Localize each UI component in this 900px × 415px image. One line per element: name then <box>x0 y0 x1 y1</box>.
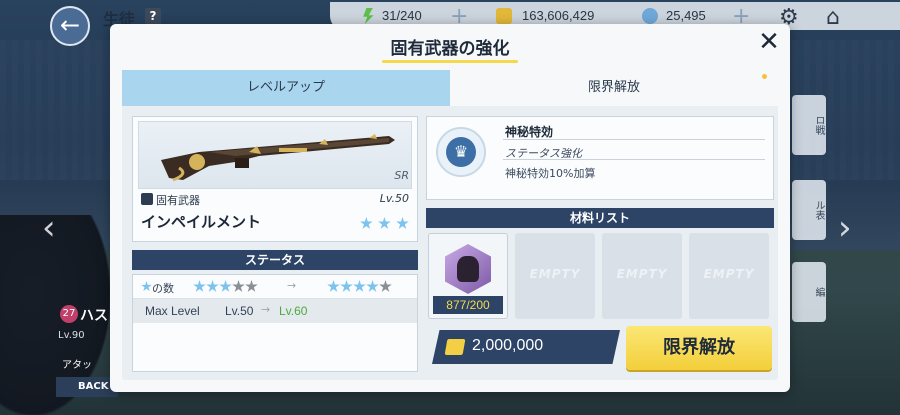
cost-display: 2,000,000 <box>432 330 620 364</box>
star-empty-icon <box>245 280 258 292</box>
star-from <box>193 280 258 296</box>
weapon-stars <box>360 215 409 234</box>
side-button[interactable]: ロ戦 <box>792 95 826 155</box>
max-level-from: Lv.50 <box>225 304 254 318</box>
star-empty-icon <box>379 280 392 292</box>
material-slot-empty: EMPTY <box>515 233 595 319</box>
material-slot[interactable]: 877/200 <box>428 233 508 319</box>
materials-header: 材料リスト <box>426 208 774 228</box>
prev-arrow-icon[interactable]: ‹ <box>42 208 56 248</box>
material-count: 877/200 <box>433 296 503 314</box>
star-icon <box>366 280 379 292</box>
limit-break-button[interactable]: 限界解放 <box>626 326 772 370</box>
status-header: ステータス <box>132 250 418 270</box>
ap-value: 31/240 <box>382 8 422 23</box>
star-to <box>327 280 392 296</box>
weapon-type-icon <box>141 193 153 205</box>
star-icon <box>378 217 391 229</box>
star-icon <box>360 217 373 229</box>
credits-value: 163,606,429 <box>522 8 595 23</box>
mystic-effect-icon: ♛ <box>446 137 476 167</box>
star-icon <box>219 280 232 292</box>
credit-icon <box>496 8 512 24</box>
max-level-to: Lv.60 <box>279 304 308 318</box>
star-icon <box>396 217 409 229</box>
max-level-row: Max Level Lv.50 → Lv.60 <box>133 299 417 323</box>
close-icon[interactable]: ✕ <box>755 28 783 56</box>
divider <box>503 159 765 160</box>
student-name: ハス <box>80 308 108 324</box>
home-icon[interactable]: ⌂ <box>826 5 840 30</box>
effect-icon: ♛ <box>436 127 486 177</box>
weapon-image <box>138 121 412 189</box>
material-slot-empty: EMPTY <box>689 233 769 319</box>
weapon-enhance-dialog: 固有武器の強化 ✕ レベルアップ 限界解放 SR 固有武器 Lv.50 インペイ… <box>110 24 790 392</box>
max-level-label: Max Level <box>145 304 200 318</box>
ap-icon <box>363 8 374 24</box>
student-portrait-icon <box>457 256 479 282</box>
back-button[interactable]: BACK <box>56 377 118 397</box>
status-panel: の数 → Max Level Lv.50 → Lv.60 <box>132 274 418 372</box>
material-slot-empty: EMPTY <box>602 233 682 319</box>
divider <box>503 139 765 140</box>
star-count-label: の数 <box>141 280 174 296</box>
star-icon <box>353 280 366 292</box>
effect-card: ♛ 神秘特効 ステータス強化 神秘特効10%加算 <box>426 116 774 200</box>
rarity-tag: SR <box>394 169 409 182</box>
cost-value: 2,000,000 <box>472 337 544 354</box>
side-button[interactable]: ル表 <box>792 180 826 240</box>
notification-dot <box>762 74 767 79</box>
weapon-card: SR 固有武器 Lv.50 インペイルメント <box>132 116 418 242</box>
gem-icon <box>642 8 658 24</box>
star-icon <box>327 280 340 292</box>
dialog-title: 固有武器の強化 <box>390 39 510 59</box>
arrow-right-icon: → <box>287 279 297 292</box>
title-underline <box>382 60 518 63</box>
weapon-name: インペイルメント <box>141 213 262 231</box>
arrow-right-icon: → <box>261 303 271 316</box>
student-level: Lv.90 <box>58 330 85 341</box>
tab-level-up[interactable]: レベルアップ <box>122 70 450 106</box>
gems-value: 25,495 <box>666 8 706 23</box>
back-arrow-icon[interactable]: ← <box>50 6 90 46</box>
dialog-body: レベルアップ 限界解放 SR 固有武器 Lv.50 インペイルメント ステータス… <box>122 70 778 380</box>
credit-icon <box>444 339 466 355</box>
attack-label: アタッ <box>62 360 92 371</box>
side-button[interactable]: 編 <box>792 262 826 322</box>
star-icon <box>141 281 152 292</box>
help-icon[interactable]: ? <box>145 8 161 24</box>
weapon-type-label: 固有武器 <box>156 194 200 207</box>
weapon-level: Lv.50 <box>379 192 409 205</box>
star-icon <box>340 280 353 292</box>
star-count-row: の数 → <box>133 275 417 299</box>
effect-name: 神秘特効 <box>505 125 554 139</box>
rifle-illustration <box>161 134 395 182</box>
tab-limit-break[interactable]: 限界解放 <box>450 70 778 106</box>
star-icon <box>193 280 206 292</box>
student-level-badge: 27 <box>60 305 78 323</box>
next-arrow-icon[interactable]: › <box>838 208 852 248</box>
star-icon <box>206 280 219 292</box>
star-empty-icon <box>232 280 245 292</box>
effect-description: 神秘特効10%加算 <box>505 167 596 180</box>
